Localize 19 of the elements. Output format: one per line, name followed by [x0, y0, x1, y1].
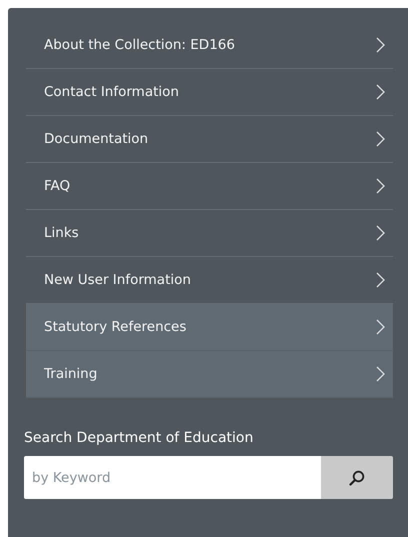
- menu-item[interactable]: Training: [26, 351, 393, 398]
- chevron-right-icon: [376, 319, 385, 335]
- menu-item[interactable]: Contact Information: [26, 69, 393, 116]
- chevron-right-icon: [376, 272, 385, 288]
- chevron-right-icon: [376, 84, 385, 100]
- menu-item[interactable]: Statutory References: [26, 304, 393, 351]
- chevron-right-icon: [376, 225, 385, 241]
- chevron-right-icon: [376, 178, 385, 194]
- menu-item[interactable]: About the Collection: ED166: [26, 22, 393, 69]
- chevron-right-icon: [376, 131, 385, 147]
- search-heading: Search Department of Education: [24, 430, 254, 446]
- menu-item[interactable]: Documentation: [26, 116, 393, 163]
- search-icon: [349, 470, 365, 486]
- chevron-right-icon: [376, 366, 385, 382]
- chevron-right-icon: [376, 37, 385, 53]
- search-button[interactable]: [321, 456, 393, 499]
- menu-item[interactable]: FAQ: [26, 163, 393, 210]
- search-field[interactable]: by Keyword: [24, 456, 321, 499]
- menu-item[interactable]: Links: [26, 210, 393, 257]
